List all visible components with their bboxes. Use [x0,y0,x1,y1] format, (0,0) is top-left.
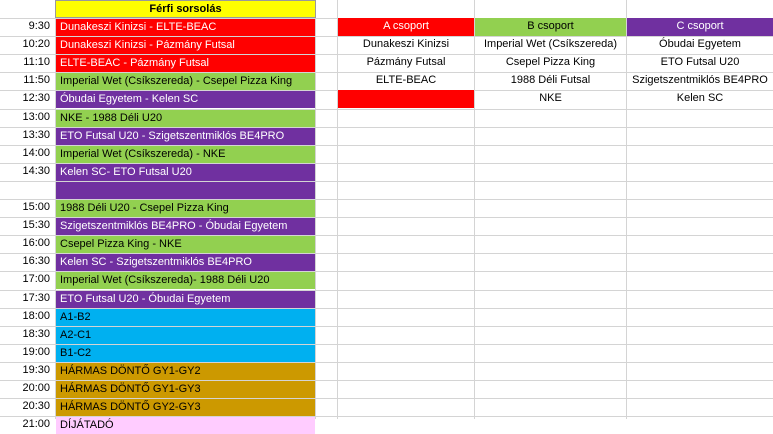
match-cell[interactable]: Dunakeszi Kinizsi - Pázmány Futsal [56,37,315,54]
match-cell[interactable]: ELTE-BEAC - Pázmány Futsal [56,55,315,72]
team-cell[interactable]: Csepel Pizza King [475,54,626,72]
match-cell[interactable]: Kelen SC- ETO Futsal U20 [56,164,315,181]
time-cell[interactable]: 15:00 [0,199,55,217]
group-header[interactable]: C csoport [627,18,773,36]
time-cell[interactable]: 18:00 [0,308,55,326]
group-header[interactable]: B csoport [475,18,626,36]
match-cell[interactable]: HÁRMAS DÖNTŐ GY1-GY3 [56,381,315,398]
team-cell[interactable]: Pázmány Futsal [338,54,474,72]
time-cell[interactable]: 16:00 [0,235,55,253]
team-cell[interactable]: Óbudai Egyetem [627,36,773,54]
time-cell[interactable]: 10:20 [0,36,55,54]
team-cell[interactable]: Szigetszentmiklós BE4PRO [627,72,773,90]
match-cell[interactable]: Imperial Wet (Csíkszereda)- 1988 Déli U2… [56,272,315,289]
team-cell[interactable]: ETO Futsal U20 [627,54,773,72]
match-cell[interactable]: Szigetszentmiklós BE4PRO - Óbudai Egyete… [56,218,315,235]
team-cell[interactable]: Imperial Wet (Csíkszereda) [475,36,626,54]
grid-line-vertical [315,0,316,419]
match-cell[interactable]: Óbudai Egyetem - Kelen SC [56,91,315,108]
match-cell[interactable]: HÁRMAS DÖNTŐ GY2-GY3 [56,399,315,416]
time-cell[interactable] [0,181,55,199]
time-cell[interactable]: 11:50 [0,72,55,90]
team-cell[interactable]: ELTE-BEAC [338,72,474,90]
match-cell[interactable]: Imperial Wet (Csíkszereda) - NKE [56,146,315,163]
team-cell[interactable]: Kelen SC [627,90,773,108]
match-cell[interactable]: NKE - 1988 Déli U20 [56,110,315,127]
match-cell[interactable]: Csepel Pizza King - NKE [56,236,315,253]
match-cell[interactable]: Imperial Wet (Csíkszereda) - Csepel Pizz… [56,73,315,90]
match-cell[interactable]: ETO Futsal U20 - Szigetszentmiklós BE4PR… [56,128,315,145]
time-cell[interactable]: 15:30 [0,217,55,235]
time-cell[interactable]: 16:30 [0,253,55,271]
team-cell[interactable]: NKE [475,90,626,108]
match-cell[interactable]: 1988 Déli U20 - Csepel Pizza King [56,200,315,217]
empty-team-cell[interactable] [338,90,474,108]
match-cell[interactable]: DÍJÁTADÓ [56,417,315,434]
spreadsheet-grid[interactable]: Férfi sorsolás 9:30 Dunakeszi Kinizsi - EL… [0,0,773,434]
team-cell[interactable]: 1988 Déli Futsal [475,72,626,90]
match-cell[interactable]: A1-B2 [56,309,315,326]
team-cell[interactable]: Dunakeszi Kinizsi [338,36,474,54]
match-cell[interactable]: Kelen SC - Szigetszentmiklós BE4PRO [56,254,315,271]
match-cell[interactable]: ETO Futsal U20 - Óbudai Egyetem [56,291,315,308]
time-cell[interactable]: 17:30 [0,290,55,308]
time-cell[interactable]: 14:00 [0,145,55,163]
match-cell[interactable]: B1-C2 [56,345,315,362]
time-cell[interactable]: 11:10 [0,54,55,72]
group-header[interactable]: A csoport [338,18,474,36]
match-cell[interactable] [56,182,315,199]
time-cell[interactable]: 17:00 [0,271,55,289]
sheet-title[interactable]: Férfi sorsolás [55,0,316,18]
time-cell[interactable]: 20:00 [0,380,55,398]
time-cell[interactable]: 19:30 [0,362,55,380]
time-cell[interactable]: 12:30 [0,90,55,108]
time-cell[interactable]: 14:30 [0,163,55,181]
match-cell[interactable]: HÁRMAS DÖNTŐ GY1-GY2 [56,363,315,380]
time-cell[interactable]: 9:30 [0,18,55,36]
match-cell[interactable]: A2-C1 [56,327,315,344]
time-cell[interactable]: 13:00 [0,109,55,127]
time-cell[interactable]: 13:30 [0,127,55,145]
time-cell[interactable]: 20:30 [0,398,55,416]
time-cell[interactable]: 18:30 [0,326,55,344]
time-cell[interactable]: 19:00 [0,344,55,362]
match-cell[interactable]: Dunakeszi Kinizsi - ELTE-BEAC [56,19,315,36]
